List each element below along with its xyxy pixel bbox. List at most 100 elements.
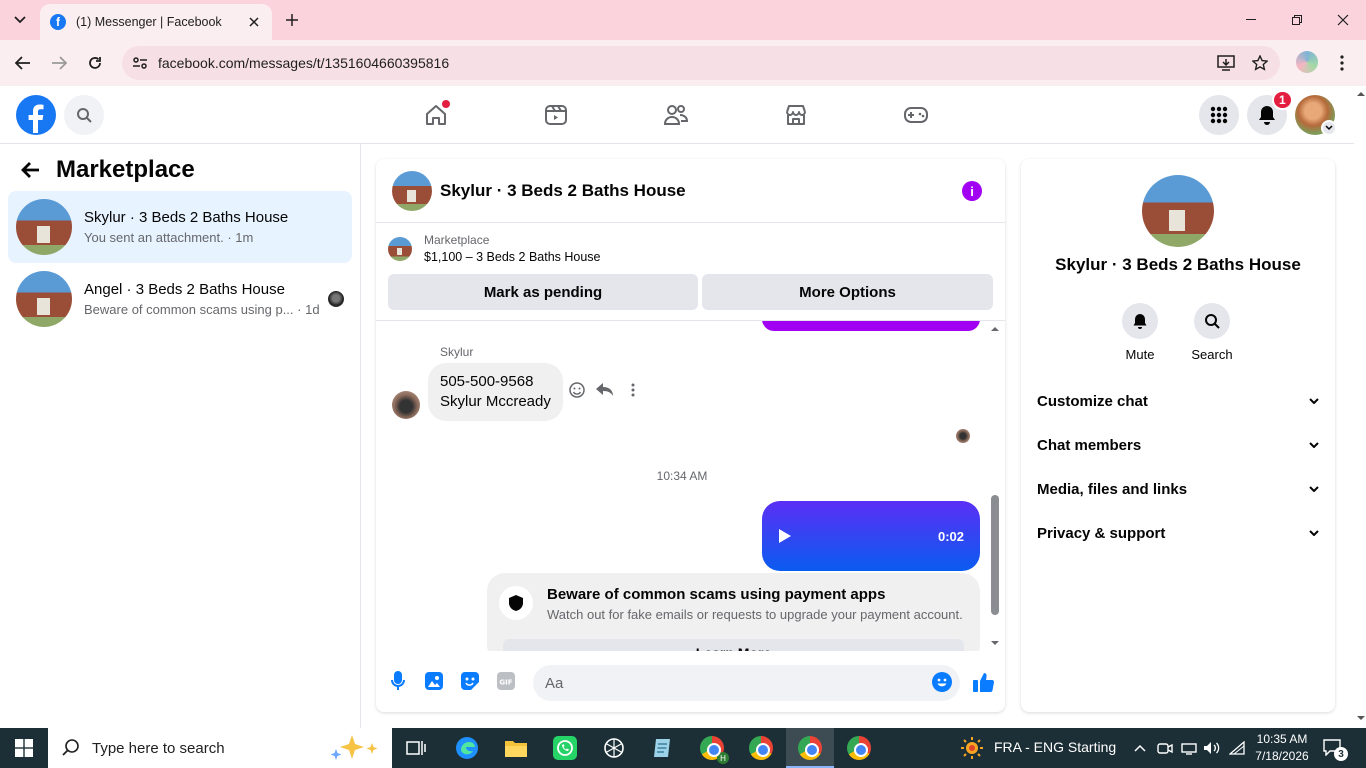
chat-avatar[interactable] bbox=[392, 170, 432, 211]
mark-as-pending-button[interactable]: Mark as pending bbox=[388, 274, 698, 310]
forward-button[interactable] bbox=[47, 51, 71, 75]
bookmark-star-icon[interactable] bbox=[1246, 51, 1274, 75]
restore-button[interactable] bbox=[1274, 0, 1320, 40]
install-app-icon[interactable] bbox=[1212, 51, 1240, 75]
volume-icon[interactable] bbox=[1203, 739, 1221, 757]
notepad-icon[interactable] bbox=[649, 734, 677, 762]
network-icon[interactable] bbox=[1180, 739, 1198, 757]
react-icon[interactable] bbox=[568, 381, 586, 399]
scam-warning-card: Beware of common scams using payment app… bbox=[487, 573, 980, 651]
start-button[interactable] bbox=[0, 728, 48, 768]
menu-button[interactable] bbox=[1199, 95, 1239, 135]
page-scrollbar[interactable] bbox=[1354, 86, 1366, 728]
marketplace-icon bbox=[786, 105, 806, 125]
nav-video[interactable] bbox=[500, 92, 612, 138]
conversation-item-skylur[interactable]: Skylur · 3 Beds 2 Baths House You sent a… bbox=[8, 191, 352, 263]
meet-now-icon[interactable] bbox=[1156, 739, 1174, 757]
incoming-message-bubble[interactable]: 505-500-9568 Skylur Mccready bbox=[428, 363, 563, 421]
chat-members-section[interactable]: Chat members bbox=[1037, 427, 1319, 463]
minimize-button[interactable] bbox=[1228, 0, 1274, 40]
svg-text:GIF: GIF bbox=[499, 679, 512, 687]
gif-icon[interactable]: GIF bbox=[496, 671, 516, 691]
tab-search-button[interactable] bbox=[8, 8, 32, 32]
chrome-profile-2-icon[interactable] bbox=[747, 734, 775, 762]
microphone-icon[interactable] bbox=[388, 671, 408, 691]
grid-menu-icon bbox=[1210, 106, 1228, 124]
learn-more-button[interactable]: Learn More bbox=[503, 639, 964, 651]
facebook-search-button[interactable] bbox=[64, 95, 104, 135]
edge-icon[interactable] bbox=[453, 734, 481, 762]
privacy-support-section[interactable]: Privacy & support bbox=[1037, 515, 1319, 551]
file-explorer-icon[interactable] bbox=[502, 734, 530, 762]
taskbar-search-box[interactable]: Type here to search bbox=[48, 728, 392, 768]
site-info-icon[interactable] bbox=[130, 53, 150, 73]
close-window-button[interactable] bbox=[1320, 0, 1366, 40]
weather-status-text[interactable]: FRA - ENG Starting bbox=[994, 739, 1116, 755]
nav-gaming[interactable] bbox=[860, 92, 972, 138]
facebook-logo-icon[interactable] bbox=[16, 95, 56, 135]
search-icon bbox=[77, 108, 92, 123]
listing-summary[interactable]: Marketplace $1,100 – 3 Beds 2 Baths Hous… bbox=[388, 233, 601, 264]
search-label: Search bbox=[1191, 347, 1233, 362]
more-options-button[interactable]: More Options bbox=[702, 274, 993, 310]
home-notification-dot bbox=[442, 100, 450, 108]
address-bar[interactable]: facebook.com/messages/t/1351604660395816 bbox=[122, 46, 1280, 80]
search-in-conversation-button[interactable]: Search bbox=[1182, 303, 1242, 362]
scam-warning-text: Watch out for fake emails or requests to… bbox=[547, 607, 963, 622]
mute-button[interactable]: Mute bbox=[1110, 303, 1170, 362]
reload-button[interactable] bbox=[83, 51, 107, 75]
message-list[interactable]: Skylur 505-500-9568 Skylur Mccready 10:3… bbox=[376, 321, 1005, 651]
url-text[interactable]: facebook.com/messages/t/1351604660395816 bbox=[158, 55, 1212, 71]
chat-scrollbar[interactable] bbox=[988, 321, 1002, 651]
back-button[interactable] bbox=[11, 51, 35, 75]
chrome-active-window-icon[interactable] bbox=[786, 728, 834, 768]
house-listing-avatar bbox=[16, 271, 72, 327]
outgoing-audio-message[interactable]: 0:02 bbox=[762, 501, 980, 571]
close-icon bbox=[1337, 14, 1349, 26]
nav-marketplace[interactable] bbox=[740, 92, 852, 138]
friends-icon bbox=[663, 105, 689, 125]
browser-menu-button[interactable] bbox=[1332, 51, 1352, 75]
tab-close-icon[interactable] bbox=[246, 14, 262, 30]
conversation-large-avatar[interactable] bbox=[1142, 175, 1214, 247]
marketplace-conversation-list: Marketplace Skylur · 3 Beds 2 Baths Hous… bbox=[0, 144, 361, 728]
mute-label: Mute bbox=[1125, 347, 1155, 362]
customize-chat-section[interactable]: Customize chat bbox=[1037, 383, 1319, 419]
clock-date: 7/18/2026 bbox=[1255, 749, 1309, 763]
facebook-header: 1 bbox=[0, 86, 1354, 144]
reply-icon[interactable] bbox=[596, 381, 614, 399]
sender-avatar[interactable] bbox=[392, 391, 420, 419]
conversation-info-icon[interactable]: i bbox=[962, 181, 982, 201]
task-view-icon[interactable] bbox=[402, 734, 430, 762]
bell-icon bbox=[1133, 314, 1147, 329]
shield-icon bbox=[499, 586, 533, 620]
wifi-icon[interactable] bbox=[1228, 739, 1246, 757]
chrome-profile-h-icon[interactable]: H bbox=[698, 734, 729, 764]
media-files-links-section[interactable]: Media, files and links bbox=[1037, 471, 1319, 507]
chevron-down-icon bbox=[1309, 486, 1319, 492]
new-tab-button[interactable] bbox=[282, 10, 302, 30]
browser-tab-messenger[interactable]: f (1) Messenger | Facebook bbox=[40, 4, 272, 40]
photo-icon[interactable] bbox=[424, 671, 444, 691]
conversation-item-angel[interactable]: Angel · 3 Beds 2 Baths House Beware of c… bbox=[8, 263, 352, 335]
chrome-profile-4-icon[interactable] bbox=[845, 734, 873, 762]
whatsapp-icon[interactable] bbox=[551, 734, 579, 762]
chatgpt-icon[interactable] bbox=[600, 734, 628, 762]
thumbs-up-icon[interactable] bbox=[972, 670, 996, 694]
scroll-thumb[interactable] bbox=[991, 495, 999, 615]
account-chevron-icon[interactable] bbox=[1321, 120, 1337, 136]
video-icon bbox=[545, 105, 567, 125]
nav-home[interactable] bbox=[380, 92, 492, 138]
show-hidden-icons-chevron-up-icon[interactable] bbox=[1131, 739, 1149, 757]
back-arrow-button[interactable] bbox=[16, 156, 44, 184]
message-input[interactable]: Aa bbox=[533, 665, 960, 701]
more-vertical-icon[interactable] bbox=[624, 381, 642, 399]
nav-friends[interactable] bbox=[620, 92, 732, 138]
play-icon[interactable] bbox=[778, 528, 792, 544]
sticker-icon[interactable] bbox=[460, 671, 480, 691]
system-clock[interactable]: 10:35 AM 7/18/2026 bbox=[1250, 731, 1314, 765]
chat-title[interactable]: Skylur · 3 Beds 2 Baths House bbox=[440, 181, 686, 201]
weather-icon[interactable] bbox=[960, 736, 984, 760]
emoji-icon[interactable] bbox=[932, 672, 952, 692]
browser-profile-avatar[interactable] bbox=[1296, 51, 1318, 73]
